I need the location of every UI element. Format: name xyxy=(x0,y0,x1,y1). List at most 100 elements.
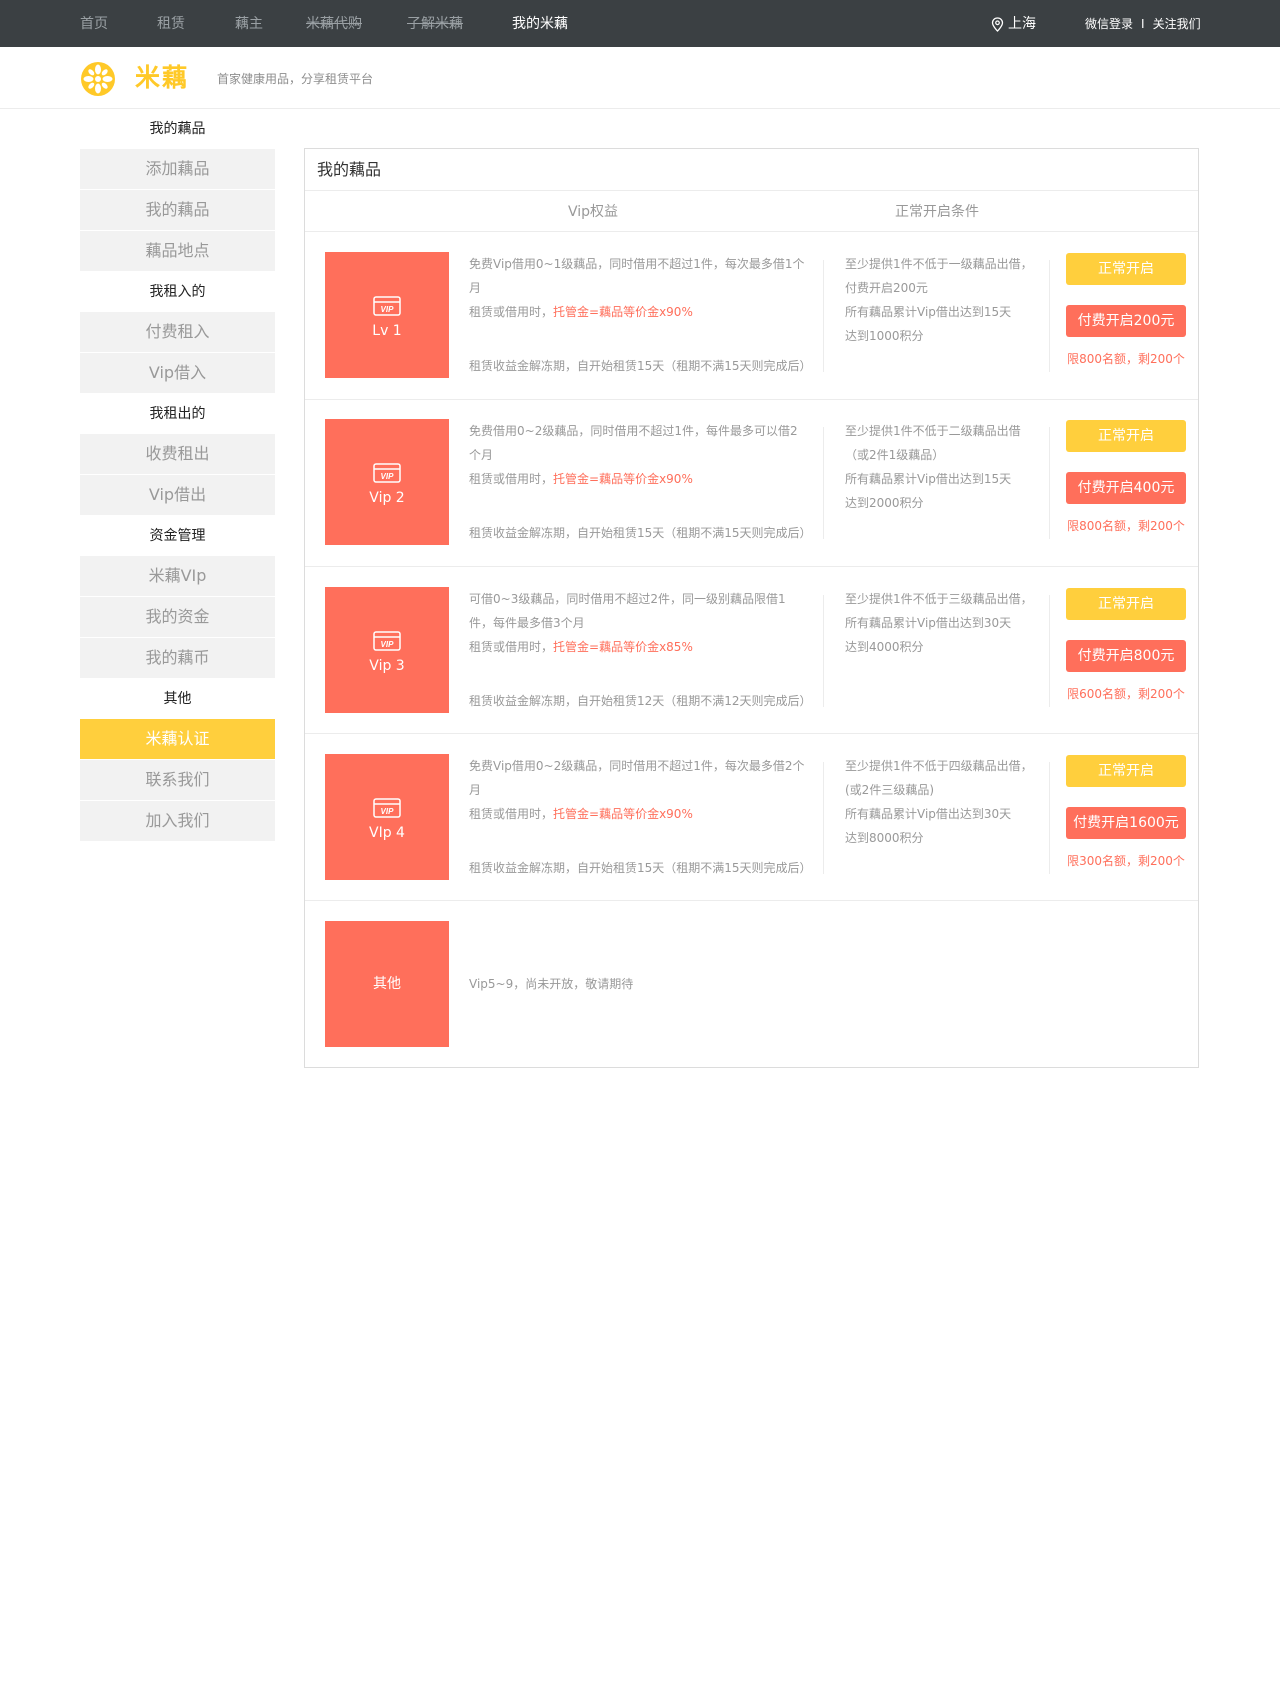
condition-line: 所有藕品累计Vip借出达到15天 xyxy=(845,305,1012,319)
vip-row-lv1: VIP Lv 1 免费Vip借用0~1级藕品，同时借用不超过1件，每次最多借1个… xyxy=(305,232,1198,399)
location-pin-icon xyxy=(991,16,1004,32)
vip-conditions: 至少提供1件不低于一级藕品出借， 付费开启200元 所有藕品累计Vip借出达到1… xyxy=(845,252,1035,348)
vip-benefits: 可借0~3级藕品，同时借用不超过2件，同一级别藕品限借1件，每件最多借3个月 租… xyxy=(469,587,812,708)
vip-badge: VIP VIp 4 xyxy=(325,754,449,880)
condition-line: 付费开启200元 xyxy=(845,281,928,295)
nav-rent[interactable]: 租赁 xyxy=(157,15,185,33)
vip-row-vip4: VIP VIp 4 免费Vip借用0~2级藕品，同时借用不超过1件，每次最多借2… xyxy=(305,734,1198,901)
sidebar-item-contact-us[interactable]: 联系我们 xyxy=(80,760,275,800)
vip-level-label: Lv 1 xyxy=(372,323,402,339)
vip-badge: VIP Vip 2 xyxy=(325,419,449,545)
sidebar-item-vip-lend-out[interactable]: Vip借出 xyxy=(80,475,275,515)
benefit-deposit: 租赁或借用时，托管金=藕品等价金x90% xyxy=(469,802,809,826)
condition-line: 达到1000积分 xyxy=(845,329,924,343)
vip-badge-other: 其他 xyxy=(325,921,449,1047)
benefit-deposit-prefix: 租赁或借用时， xyxy=(469,807,554,821)
column-divider xyxy=(823,595,824,707)
vip-icon-text: VIP xyxy=(381,640,395,649)
normal-activate-button[interactable]: 正常开启 xyxy=(1066,755,1186,787)
sidebar-item-join-us[interactable]: 加入我们 xyxy=(80,801,275,841)
nav-about[interactable]: 了解米藕 xyxy=(407,15,463,33)
column-divider xyxy=(823,762,824,874)
benefit-deposit-highlight: 托管金=藕品等价金x90% xyxy=(553,807,693,821)
paid-activate-button[interactable]: 付费开启800元 xyxy=(1066,640,1186,672)
vip-row-vip3: VIP Vip 3 可借0~3级藕品，同时借用不超过2件，同一级别藕品限借1件，… xyxy=(305,567,1198,734)
condition-line: 达到8000积分 xyxy=(845,831,924,845)
sidebar-item-my-items[interactable]: 我的藕品 xyxy=(80,190,275,230)
benefit-unfreeze: 租赁收益金解冻期，自开始租赁15天（租期不满15天则完成后） xyxy=(469,861,812,875)
normal-activate-button[interactable]: 正常开启 xyxy=(1066,420,1186,452)
column-divider xyxy=(823,260,824,372)
location-label: 上海 xyxy=(1008,16,1036,32)
benefit-deposit-highlight: 托管金=藕品等价金x90% xyxy=(553,305,693,319)
column-divider xyxy=(1049,762,1050,874)
location-selector[interactable]: 上海 xyxy=(991,15,1036,33)
vip-level-label: VIp 4 xyxy=(369,825,405,841)
links-separator: I xyxy=(1141,17,1145,31)
paid-activate-button[interactable]: 付费开启1600元 xyxy=(1066,807,1186,839)
vip-icon-text: VIP xyxy=(381,472,395,481)
benefit-deposit-highlight: 托管金=藕品等价金x90% xyxy=(553,472,693,486)
sidebar-item-miou-verify[interactable]: 米藕认证 xyxy=(80,719,275,759)
sidebar-item-my-coins[interactable]: 我的藕币 xyxy=(80,638,275,678)
benefit-text: 免费Vip借用0~1级藕品，同时借用不超过1件，每次最多借1个月 xyxy=(469,257,805,295)
normal-activate-button[interactable]: 正常开启 xyxy=(1066,588,1186,620)
condition-line: 至少提供1件不低于一级藕品出借， xyxy=(845,257,1033,271)
benefit-deposit-prefix: 租赁或借用时， xyxy=(469,305,554,319)
top-nav: 首页 租赁 藕主 米藕代购 了解米藕 我的米藕 上海 微信登录 I 关注我们 xyxy=(0,0,1280,47)
vip-badge: VIP Vip 3 xyxy=(325,587,449,713)
sidebar-item-paid-rent-in[interactable]: 付费租入 xyxy=(80,312,275,352)
column-divider xyxy=(1049,260,1050,372)
vip-conditions: 至少提供1件不低于三级藕品出借， 所有藕品累计Vip借出达到30天 达到4000… xyxy=(845,587,1035,659)
sidebar-item-miou-vip[interactable]: 米藕VIp xyxy=(80,556,275,596)
benefit-deposit-highlight: 托管金=藕品等价金x85% xyxy=(553,640,693,654)
condition-line: (或2件三级藕品) xyxy=(845,783,934,797)
vip-level-label: Vip 2 xyxy=(369,490,405,506)
logo-icon[interactable] xyxy=(80,61,116,97)
benefit-deposit: 租赁或借用时，托管金=藕品等价金x90% xyxy=(469,300,809,324)
divider xyxy=(305,190,1198,191)
sidebar-item-paid-rent-out[interactable]: 收费租出 xyxy=(80,434,275,474)
nav-my-miou[interactable]: 我的米藕 xyxy=(512,15,568,33)
sidebar-item-add-item[interactable]: 添加藕品 xyxy=(80,149,275,189)
benefit-unfreeze: 租赁收益金解冻期，自开始租赁12天（租期不满12天则完成后） xyxy=(469,694,812,708)
benefit-unfreeze: 租赁收益金解冻期，自开始租赁15天（租期不满15天则完成后） xyxy=(469,526,812,540)
condition-line: 达到4000积分 xyxy=(845,640,924,654)
sidebar-item-vip-borrow-in[interactable]: Vip借入 xyxy=(80,353,275,393)
sidebar-group-rented-out: 我租出的 xyxy=(149,406,206,422)
vip-icon-text: VIP xyxy=(381,807,395,816)
vip-icon-text: VIP xyxy=(381,305,395,314)
sidebar-group-my-items: 我的藕品 xyxy=(149,121,206,137)
other-vip-notice: Vip5~9，尚未开放，敬请期待 xyxy=(469,977,634,991)
sidebar-group-other: 其他 xyxy=(163,691,192,707)
condition-line: 达到2000积分 xyxy=(845,496,924,510)
paid-activate-button[interactable]: 付费开启200元 xyxy=(1066,305,1186,337)
paid-activate-button[interactable]: 付费开启400元 xyxy=(1066,472,1186,504)
normal-activate-button[interactable]: 正常开启 xyxy=(1066,253,1186,285)
brand-name[interactable]: 米藕 xyxy=(135,63,189,93)
sidebar-item-item-locations[interactable]: 藕品地点 xyxy=(80,231,275,271)
column-divider xyxy=(823,427,824,539)
nav-home[interactable]: 首页 xyxy=(80,15,108,33)
vip-card-icon: VIP xyxy=(373,296,401,316)
vip-benefits: 免费借用0~2级藕品，同时借用不超过1件，每件最多可以借2个月 租赁或借用时，托… xyxy=(469,419,812,540)
site-header: 米藕 首家健康用品，分享租赁平台 xyxy=(0,47,1280,109)
account-links: 微信登录 I 关注我们 xyxy=(1085,16,1201,32)
nav-owner[interactable]: 藕主 xyxy=(235,15,263,33)
benefit-deposit: 租赁或借用时，托管金=藕品等价金x90% xyxy=(469,467,809,491)
sidebar-item-my-funds[interactable]: 我的资金 xyxy=(80,597,275,637)
condition-line: 至少提供1件不低于四级藕品出借， xyxy=(845,759,1033,773)
brand-tagline: 首家健康用品，分享租赁平台 xyxy=(217,72,374,86)
benefit-deposit: 租赁或借用时，托管金=藕品等价金x85% xyxy=(469,635,809,659)
follow-us-link[interactable]: 关注我们 xyxy=(1153,17,1201,31)
condition-line: 所有藕品累计Vip借出达到30天 xyxy=(845,616,1012,630)
condition-line: 至少提供1件不低于二级藕品出借 xyxy=(845,424,1021,438)
quota-limit-text: 限800名额，剩200个 xyxy=(1067,352,1185,366)
nav-purchase[interactable]: 米藕代购 xyxy=(306,15,362,33)
vip-conditions: 至少提供1件不低于四级藕品出借， (或2件三级藕品) 所有藕品累计Vip借出达到… xyxy=(845,754,1035,850)
wechat-login-link[interactable]: 微信登录 xyxy=(1085,17,1133,31)
vip-panel: 我的藕品 Vip权益 正常开启条件 VIP Lv 1 免费Vip借用0~1级藕品… xyxy=(304,148,1199,1068)
benefit-text: 免费Vip借用0~2级藕品，同时借用不超过1件，每次最多借2个月 xyxy=(469,759,805,797)
vip-benefits: 免费Vip借用0~2级藕品，同时借用不超过1件，每次最多借2个月 租赁或借用时，… xyxy=(469,754,812,875)
condition-line: 至少提供1件不低于三级藕品出借， xyxy=(845,592,1033,606)
